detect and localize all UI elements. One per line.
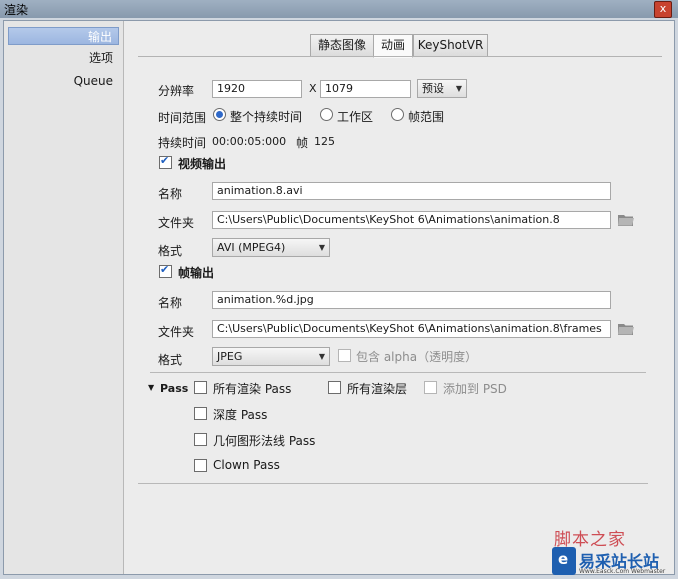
watermark-text-url: Www.Easck.Com Webmaster (579, 568, 666, 575)
all-render-layers-checkbox[interactable] (328, 381, 341, 394)
sidebar-item-options[interactable]: 选项 (8, 49, 119, 67)
depth-pass-label: 深度 Pass (213, 408, 268, 422)
add-to-psd-checkbox[interactable] (424, 381, 437, 394)
frame-folder-label: 文件夹 (158, 325, 195, 339)
animation-panel: 分辨率 1920 X 1079 预设 ▼ 时间范围 整个持续时间 工作区 帧范围… (138, 56, 662, 567)
clown-pass-checkbox[interactable] (194, 459, 207, 472)
tab-animation[interactable]: 动画 (373, 34, 413, 58)
frame-folder-input[interactable]: C:\Users\Public\Documents\KeyShot 6\Anim… (212, 320, 611, 338)
sidebar: 输出 选项 Queue (4, 21, 124, 574)
close-button[interactable]: x (654, 1, 672, 18)
sidebar-item-output[interactable]: 输出 (8, 27, 119, 45)
radio-work-area[interactable] (320, 108, 333, 121)
radio-work-area-label: 工作区 (337, 110, 374, 124)
include-alpha-label: 包含 alpha（透明度） (356, 350, 478, 364)
folder-icon[interactable] (618, 214, 634, 226)
video-format-value: AVI (MPEG4) (217, 241, 286, 254)
radio-entire-duration[interactable] (213, 108, 226, 121)
geometry-normal-pass-checkbox[interactable] (194, 433, 207, 446)
time-range-label: 时间范围 (158, 111, 207, 125)
duration-value: 00:00:05:000 (212, 135, 287, 148)
depth-pass-checkbox[interactable] (194, 407, 207, 420)
watermark: 脚本之家 e 易采站长站 Www.Easck.Com Webmaster (552, 525, 678, 579)
window-title: 渲染 (4, 3, 29, 17)
chevron-down-icon: ▼ (318, 243, 325, 252)
frame-output-checkbox[interactable] (159, 263, 172, 278)
video-format-dropdown[interactable]: AVI (MPEG4) ▼ (212, 238, 330, 257)
all-render-layers-label: 所有渲染层 (347, 382, 408, 396)
frame-format-value: JPEG (217, 350, 243, 363)
video-name-input[interactable]: animation.8.avi (212, 182, 611, 200)
divider (150, 372, 646, 373)
title-bar: 渲染 x (0, 0, 678, 18)
frames-label: 帧 (296, 136, 309, 150)
chevron-down-icon: ▼ (318, 352, 325, 361)
render-window: 渲染 x 输出 选项 Queue 静态图像 动画 KeyShotVR 分辨率 1… (0, 0, 678, 579)
resolution-height-input[interactable]: 1079 (320, 80, 411, 98)
frame-output-label: 帧输出 (178, 266, 215, 280)
frames-value: 125 (314, 135, 335, 148)
geometry-normal-pass-label: 几何图形法线 Pass (213, 434, 316, 448)
preset-label: 预设 (422, 82, 444, 95)
sidebar-item-queue[interactable]: Queue (8, 72, 119, 90)
duration-label: 持续时间 (158, 136, 207, 150)
video-format-label: 格式 (158, 244, 183, 258)
all-render-passes-label: 所有渲染 Pass (213, 382, 292, 396)
pass-section-label[interactable]: Pass (160, 382, 188, 395)
video-output-label: 视频输出 (178, 157, 227, 171)
add-to-psd-label: 添加到 PSD (443, 382, 507, 396)
video-folder-input[interactable]: C:\Users\Public\Documents\KeyShot 6\Anim… (212, 211, 611, 229)
resolution-x-label: X (309, 82, 317, 95)
frame-name-input[interactable]: animation.%d.jpg (212, 291, 611, 309)
resolution-label: 分辨率 (158, 84, 195, 98)
folder-icon[interactable] (618, 323, 634, 335)
frame-format-dropdown[interactable]: JPEG ▼ (212, 347, 330, 366)
divider (138, 483, 648, 484)
frame-name-label: 名称 (158, 296, 183, 310)
tab-still-image[interactable]: 静态图像 (310, 34, 374, 57)
resolution-width-input[interactable]: 1920 (212, 80, 302, 98)
all-render-passes-checkbox[interactable] (194, 381, 207, 394)
video-folder-label: 文件夹 (158, 216, 195, 230)
content-area: 静态图像 动画 KeyShotVR 分辨率 1920 X 1079 预设 ▼ 时… (126, 21, 674, 574)
radio-frame-range-label: 帧范围 (408, 110, 445, 124)
tab-keyshotvr[interactable]: KeyShotVR (413, 34, 488, 57)
chevron-down-icon: ▼ (455, 84, 462, 93)
clown-pass-label: Clown Pass (213, 458, 280, 472)
watermark-logo-icon: e (552, 547, 576, 575)
preset-dropdown[interactable]: 预设 ▼ (417, 79, 467, 98)
triangle-down-icon[interactable]: ▼ (148, 383, 154, 392)
video-name-label: 名称 (158, 187, 183, 201)
video-output-checkbox[interactable] (159, 154, 172, 169)
frame-format-label: 格式 (158, 353, 183, 367)
include-alpha-checkbox[interactable] (338, 349, 351, 362)
window-body: 输出 选项 Queue 静态图像 动画 KeyShotVR 分辨率 1920 X… (3, 20, 675, 575)
radio-frame-range[interactable] (391, 108, 404, 121)
radio-entire-duration-label: 整个持续时间 (230, 110, 303, 124)
